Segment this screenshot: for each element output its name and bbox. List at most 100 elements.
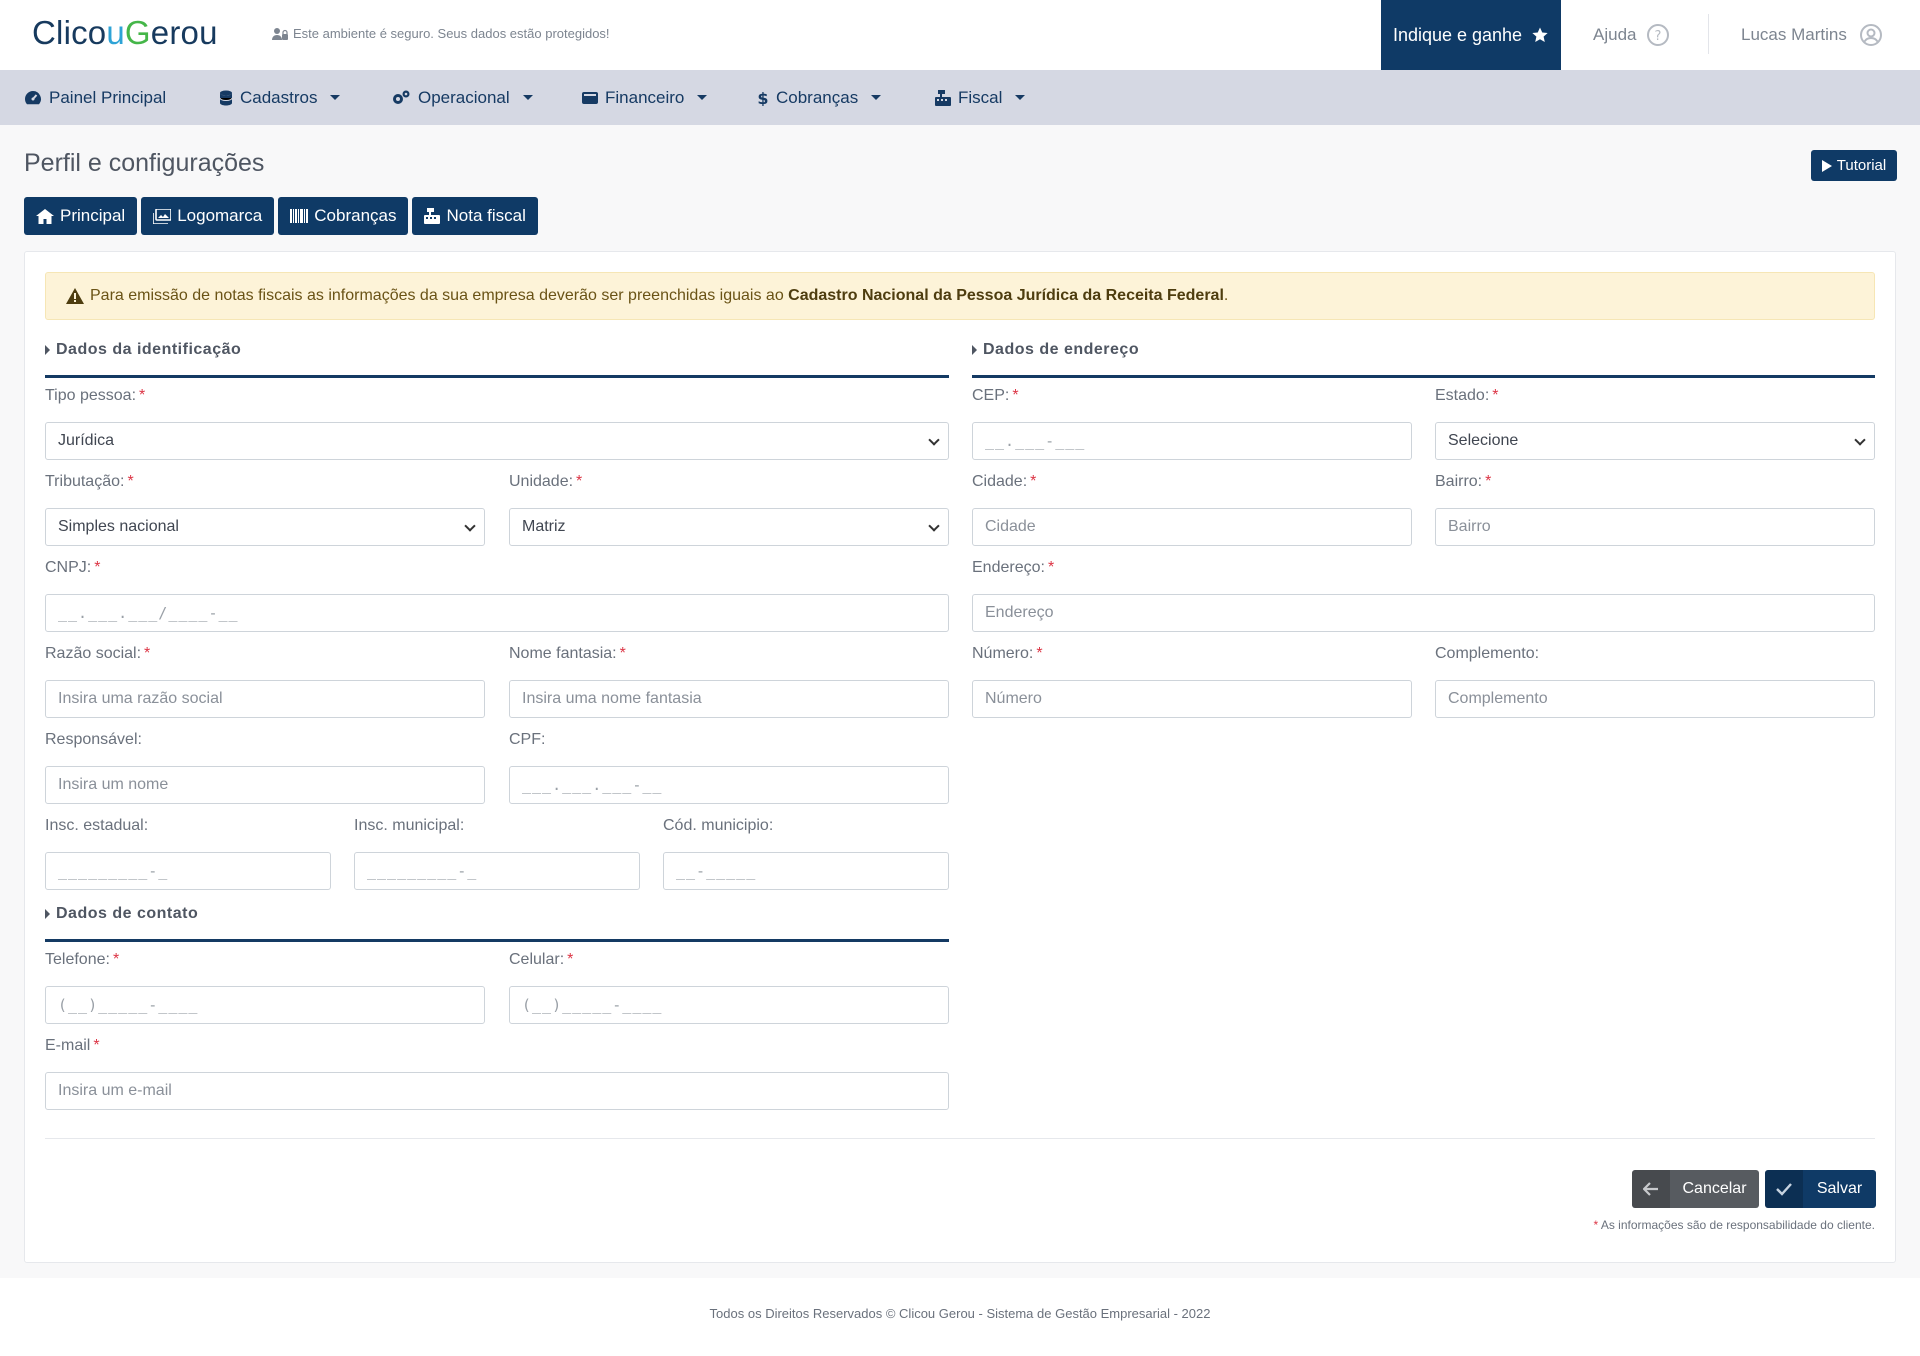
user-menu[interactable]: Lucas Martins: [1741, 0, 1883, 70]
logo-text-part: G: [124, 14, 151, 51]
chevron-down-icon: [928, 434, 940, 446]
required-mark: *: [139, 387, 146, 404]
insc-estadual-input[interactable]: _________-_: [45, 852, 331, 890]
label-text: CEP:: [972, 387, 1010, 404]
field-tributacao: Tributação: * Simples nacional: [45, 473, 485, 546]
field-razao-social: Razão social: * Insira uma razão social: [45, 645, 485, 718]
field-label: CPF:: [509, 731, 949, 753]
cancel-label: Cancelar: [1682, 1180, 1747, 1197]
nav-label: Painel Principal: [49, 87, 167, 107]
section-identificacao: Dados da identificação: [45, 338, 949, 378]
top-header: ClicouGerou Este ambiente é seguro. Seus…: [0, 0, 1920, 70]
required-mark: *: [1485, 473, 1492, 490]
complemento-input[interactable]: Complemento: [1435, 680, 1875, 718]
label-text: E-mail: [45, 1037, 91, 1054]
chevron-down-icon: [871, 95, 882, 100]
caret-right-icon: [45, 909, 50, 919]
field-label: Estado: *: [1435, 387, 1875, 409]
field-numero: Número: * Número: [972, 645, 1412, 718]
check-icon: [1765, 1170, 1803, 1208]
alert-text-part: .: [1223, 287, 1229, 304]
field-endereco: Endereço: * Endereço: [972, 559, 1875, 632]
section-title-text: Dados de contato: [56, 905, 199, 922]
indique-ganhe-button[interactable]: Indique e ganhe: [1381, 0, 1561, 70]
tab-principal[interactable]: Principal: [24, 197, 138, 235]
nav-cadastros[interactable]: Cadastros: [219, 70, 341, 125]
field-label: E-mail *: [45, 1037, 949, 1059]
input-mask: __-_____: [676, 862, 757, 880]
bairro-input[interactable]: Bairro: [1435, 508, 1875, 546]
field-cnpj: CNPJ: * __.___.___/____-__: [45, 559, 949, 632]
field-cep: CEP: * __.___-___: [972, 387, 1412, 460]
label-text: Complemento:: [1435, 645, 1540, 662]
numero-input[interactable]: Número: [972, 680, 1412, 718]
tipo-pessoa-select[interactable]: Jurídica: [45, 422, 949, 460]
field-insc-municipal: Insc. municipal: _________-_: [354, 817, 640, 890]
dollar-icon: $: [757, 90, 768, 106]
fiscal-alert: Para emissão de notas fiscais as informa…: [45, 272, 1875, 320]
label-text: Cód. municipio:: [663, 817, 774, 834]
field-insc-estadual: Insc. estadual: _________-_: [45, 817, 331, 890]
field-label: CEP: *: [972, 387, 1412, 409]
nav-financeiro[interactable]: Financeiro: [582, 70, 708, 125]
nav-cobrancas[interactable]: $ Cobranças: [757, 70, 882, 125]
required-mark: *: [567, 951, 574, 968]
label-text: Endereço:: [972, 559, 1045, 576]
cpf-input[interactable]: ___.___.___-__: [509, 766, 949, 804]
required-mark: *: [1492, 387, 1499, 404]
email-input[interactable]: Insira um e-mail: [45, 1072, 949, 1110]
tab-cobrancas[interactable]: Cobranças: [278, 197, 409, 235]
page: ClicouGerou Este ambiente é seguro. Seus…: [0, 0, 1920, 1356]
label-text: Celular:: [509, 951, 565, 968]
nome-fantasia-input[interactable]: Insira uma nome fantasia: [509, 680, 949, 718]
insc-municipal-input[interactable]: _________-_: [354, 852, 640, 890]
save-label: Salvar: [1816, 1180, 1863, 1197]
play-icon: [1821, 159, 1832, 172]
tab-nota-fiscal[interactable]: Nota fiscal: [412, 197, 538, 235]
field-tipo-pessoa: Tipo pessoa: * Jurídica: [45, 387, 949, 460]
field-cidade: Cidade: * Cidade: [972, 473, 1412, 546]
help-link[interactable]: Ajuda ?: [1593, 0, 1670, 70]
cod-municipio-input[interactable]: __-_____: [663, 852, 949, 890]
nav-operacional[interactable]: Operacional: [391, 70, 533, 125]
save-button[interactable]: Salvar: [1765, 1170, 1876, 1208]
warning-icon: [66, 288, 84, 304]
cancel-button[interactable]: Cancelar: [1632, 1170, 1759, 1208]
unidade-select[interactable]: Matriz: [509, 508, 949, 546]
field-label: Responsável:: [45, 731, 485, 753]
section-divider: [972, 375, 1875, 378]
nav-label: Financeiro: [605, 87, 685, 107]
telefone-input[interactable]: (__)_____-____: [45, 986, 485, 1024]
required-mark: *: [619, 645, 626, 662]
field-label: Tributação: *: [45, 473, 485, 495]
input-mask: __.___-___: [985, 432, 1086, 450]
tab-label: Principal: [60, 206, 126, 225]
cep-input[interactable]: __.___-___: [972, 422, 1412, 460]
input-placeholder: Insira um e-mail: [58, 1082, 172, 1099]
star-icon: [1532, 27, 1548, 42]
wallet-icon: [582, 91, 598, 104]
tab-logomarca[interactable]: Logomarca: [141, 197, 275, 235]
required-mark: *: [1047, 559, 1055, 576]
field-label: Nome fantasia: *: [509, 645, 949, 667]
tutorial-button[interactable]: Tutorial: [1811, 150, 1897, 181]
label-text: Tipo pessoa:: [45, 387, 137, 404]
tab-label: Logomarca: [177, 206, 263, 225]
tributacao-select[interactable]: Simples nacional: [45, 508, 485, 546]
field-label: Razão social: *: [45, 645, 485, 667]
required-mark: *: [1036, 645, 1043, 662]
nav-fiscal[interactable]: Fiscal: [935, 70, 1026, 125]
cidade-input[interactable]: Cidade: [972, 508, 1412, 546]
estado-select[interactable]: Selecione: [1435, 422, 1875, 460]
cnpj-input[interactable]: __.___.___/____-__: [45, 594, 949, 632]
nav-label: Cadastros: [240, 87, 318, 107]
endereco-input[interactable]: Endereço: [972, 594, 1875, 632]
nav-painel-principal[interactable]: Painel Principal: [24, 70, 166, 125]
label-text: Tributação:: [45, 473, 125, 490]
celular-input[interactable]: (__)_____-____: [509, 986, 949, 1024]
field-unidade: Unidade: * Matriz: [509, 473, 949, 546]
input-placeholder: Número: [985, 690, 1042, 707]
razao-social-input[interactable]: Insira uma razão social: [45, 680, 485, 718]
responsavel-input[interactable]: Insira um nome: [45, 766, 485, 804]
logo[interactable]: ClicouGerou: [32, 14, 218, 52]
